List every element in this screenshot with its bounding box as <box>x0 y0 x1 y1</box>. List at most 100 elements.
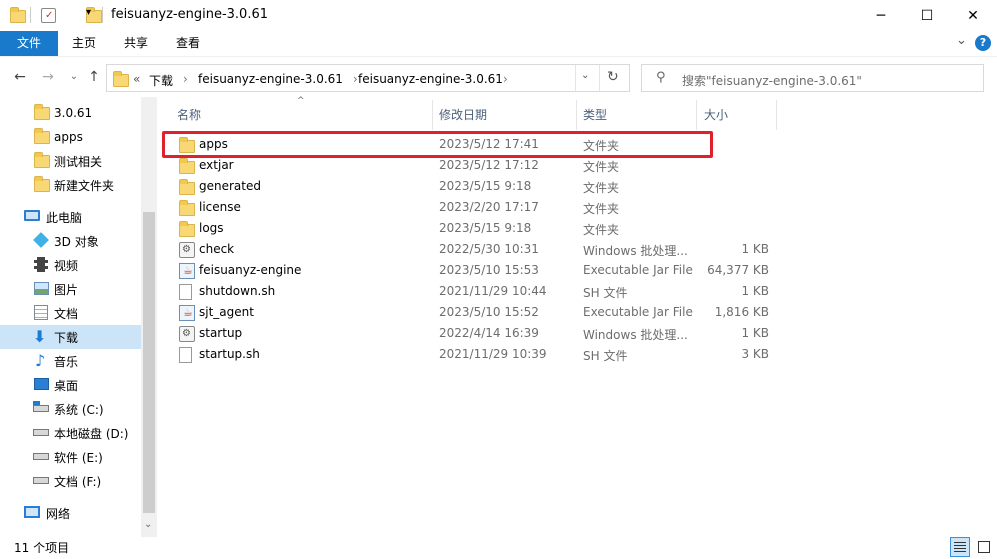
sidebar-item-label: apps <box>54 130 83 144</box>
search-placeholder[interactable]: 搜索"feisuanyz-engine-3.0.61" <box>682 72 862 89</box>
file-name: generated <box>199 179 261 193</box>
file-date: 2023/5/15 9:18 <box>439 179 532 193</box>
file-size: 1 KB <box>741 326 769 340</box>
file-row[interactable]: generated 2023/5/15 9:18 文件夹 <box>169 176 770 197</box>
sidebar-item-apps[interactable]: apps <box>0 125 141 149</box>
download-icon: ⬇ <box>33 327 47 346</box>
item-count: 11 个项目 <box>14 541 70 555</box>
sidebar-item-network[interactable]: 网络 <box>0 501 141 525</box>
folder-icon <box>34 152 50 168</box>
file-row[interactable]: startup.sh 2021/11/29 10:39 SH 文件 3 KB <box>169 344 770 365</box>
folder-icon <box>179 158 195 174</box>
file-name: logs <box>199 221 224 235</box>
drive-icon <box>33 429 49 436</box>
file-date: 2023/5/10 15:52 <box>439 305 539 319</box>
large-icons-view-button[interactable] <box>974 537 994 557</box>
sidebar-item-testing[interactable]: 测试相关 <box>0 149 141 173</box>
sidebar-item-this-pc[interactable]: 此电脑 <box>0 205 141 229</box>
column-divider[interactable] <box>776 100 777 130</box>
sidebar-item-pictures[interactable]: 图片 <box>0 277 141 301</box>
breadcrumb-separator-icon[interactable]: › <box>183 72 188 86</box>
sidebar-item-music[interactable]: ♪ 音乐 <box>0 349 141 373</box>
back-arrow-icon[interactable]: ← <box>12 68 28 86</box>
column-divider[interactable] <box>696 100 697 130</box>
file-name: startup <box>199 326 243 340</box>
cube-icon <box>33 232 49 248</box>
tab-view[interactable]: 查看 <box>166 31 210 56</box>
sidebar-item-label: 网络 <box>46 506 71 521</box>
file-type: 文件夹 <box>583 181 620 195</box>
forward-arrow-icon[interactable]: → <box>40 68 56 86</box>
file-type: Windows 批处理... <box>583 328 688 342</box>
folder-icon <box>179 221 195 237</box>
file-row[interactable]: shutdown.sh 2021/11/29 10:44 SH 文件 1 KB <box>169 281 770 302</box>
video-icon <box>34 257 48 272</box>
breadcrumb-separator-icon[interactable]: › <box>503 72 508 86</box>
properties-icon[interactable]: ✓ <box>41 8 56 23</box>
tab-home[interactable]: 主页 <box>62 31 106 56</box>
column-divider[interactable] <box>432 100 433 130</box>
sidebar-item-drive-d[interactable]: 本地磁盘 (D:) <box>0 421 141 445</box>
folder-icon <box>34 128 50 144</box>
details-view-icon <box>954 542 966 552</box>
file-row[interactable]: ☕ feisuanyz-engine 2023/5/10 15:53 Executab… <box>169 260 770 281</box>
sidebar-item-videos[interactable]: 视频 <box>0 253 141 277</box>
file-date: 2023/2/20 17:17 <box>439 200 539 214</box>
details-view-button[interactable] <box>950 537 970 557</box>
window-title: feisuanyz-engine-3.0.61 <box>111 7 268 22</box>
sidebar-item-label: 3D 对象 <box>54 234 99 249</box>
file-row[interactable]: extjar 2023/5/12 17:12 文件夹 <box>169 155 770 176</box>
customize-toolbar-icon[interactable]: ▾ <box>86 7 91 25</box>
sidebar-item-3d-objects[interactable]: 3D 对象 <box>0 229 141 253</box>
breadcrumb-overflow[interactable]: « <box>133 72 140 86</box>
breadcrumb-item-downloads[interactable]: 下载 <box>149 72 173 89</box>
file-row[interactable]: license 2023/2/20 17:17 文件夹 <box>169 197 770 218</box>
file-name: sjt_agent <box>199 305 254 319</box>
batch-file-icon: ⚙ <box>179 242 195 258</box>
folder-icon <box>10 7 26 23</box>
address-bar[interactable]: « 下载 › feisuanyz-engine-3.0.61 › feisuan… <box>106 64 630 92</box>
sidebar-item-drive-e[interactable]: 软件 (E:) <box>0 445 141 469</box>
address-history-chevron-icon[interactable]: ⌄ <box>581 70 589 81</box>
help-icon[interactable]: ? <box>975 35 991 51</box>
breadcrumb-item-current[interactable]: feisuanyz-engine-3.0.61 <box>358 72 503 86</box>
ribbon-expand-icon[interactable]: ⌄ <box>956 33 967 48</box>
sidebar-item-3.0.61[interactable]: 3.0.61 <box>0 101 141 125</box>
divider <box>599 65 600 91</box>
file-row[interactable]: ⚙ startup 2022/4/14 16:39 Windows 批处理... 1 K… <box>169 323 770 344</box>
folder-icon <box>113 71 129 87</box>
column-header-name[interactable]: 名称 <box>177 104 201 126</box>
column-header-type[interactable]: 类型 <box>583 104 607 126</box>
file-row[interactable]: ☕ sjt_agent 2023/5/10 15:52 Executable Jar … <box>169 302 770 323</box>
sidebar-item-downloads[interactable]: ⬇ 下载 <box>0 325 141 349</box>
sidebar-item-new-folder[interactable]: 新建文件夹 <box>0 173 141 197</box>
refresh-icon[interactable]: ↻ <box>607 69 619 85</box>
column-header-size[interactable]: 大小 <box>704 104 728 126</box>
sidebar-item-drive-f[interactable]: 文档 (F:) <box>0 469 141 493</box>
sidebar-item-label: 桌面 <box>54 378 79 393</box>
file-row[interactable]: ⚙ check 2022/5/30 10:31 Windows 批处理... 1 KB <box>169 239 770 260</box>
recent-locations-chevron-icon[interactable]: ⌄ <box>66 68 82 86</box>
sidebar-item-desktop[interactable]: 桌面 <box>0 373 141 397</box>
breadcrumb-item-parent[interactable]: feisuanyz-engine-3.0.61 <box>198 72 343 86</box>
music-icon: ♪ <box>35 351 46 370</box>
maximize-button[interactable]: ☐ <box>904 0 950 31</box>
folder-icon <box>179 179 195 195</box>
column-divider[interactable] <box>576 100 577 130</box>
minimize-button[interactable]: ─ <box>858 0 904 31</box>
close-button[interactable]: ✕ <box>950 0 996 31</box>
tab-file[interactable]: 文件 <box>0 31 58 56</box>
file-row[interactable]: logs 2023/5/15 9:18 文件夹 <box>169 218 770 239</box>
column-header-date[interactable]: 修改日期 <box>439 104 487 126</box>
file-date: 2023/5/15 9:18 <box>439 221 532 235</box>
scrollbar-thumb[interactable] <box>143 212 155 513</box>
sidebar-item-drive-c[interactable]: 系统 (C:) <box>0 397 141 421</box>
file-type: SH 文件 <box>583 286 628 300</box>
tab-share[interactable]: 共享 <box>114 31 158 56</box>
sidebar-item-documents[interactable]: 文档 <box>0 301 141 325</box>
folder-icon <box>34 176 50 192</box>
status-bar: 11 个项目 <box>0 537 997 559</box>
scroll-down-icon[interactable]: ⌄ <box>144 519 152 530</box>
up-arrow-icon[interactable]: ↑ <box>86 68 102 86</box>
search-box[interactable]: ⚲ 搜索"feisuanyz-engine-3.0.61" <box>641 64 984 92</box>
